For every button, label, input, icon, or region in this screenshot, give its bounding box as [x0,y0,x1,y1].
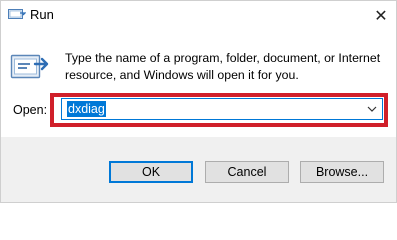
dialog-body: Type the name of a program, folder, docu… [1,30,396,137]
cancel-button[interactable]: Cancel [205,161,289,183]
close-icon: ✕ [374,7,388,25]
chevron-down-icon[interactable] [366,102,378,116]
run-large-icon [10,54,49,79]
close-button[interactable]: ✕ [366,1,396,30]
browse-button[interactable]: Browse... [300,161,384,183]
description: Type the name of a program, folder, docu… [65,50,383,84]
description-line: Type the name of a program, folder, docu… [65,51,381,65]
button-bar: OK Cancel Browse... [1,137,396,202]
open-combobox[interactable]: dxdiag [61,98,383,120]
run-dialog: Run ✕ Type the name of a program, folder… [0,0,397,203]
description-line: resource, and Windows will open it for y… [65,68,299,82]
window-title: Run [30,7,54,22]
open-input-value[interactable]: dxdiag [67,101,106,117]
open-label: Open: [13,103,48,117]
ok-button[interactable]: OK [109,161,193,183]
title-bar: Run ✕ [1,1,396,30]
run-icon [8,9,26,19]
